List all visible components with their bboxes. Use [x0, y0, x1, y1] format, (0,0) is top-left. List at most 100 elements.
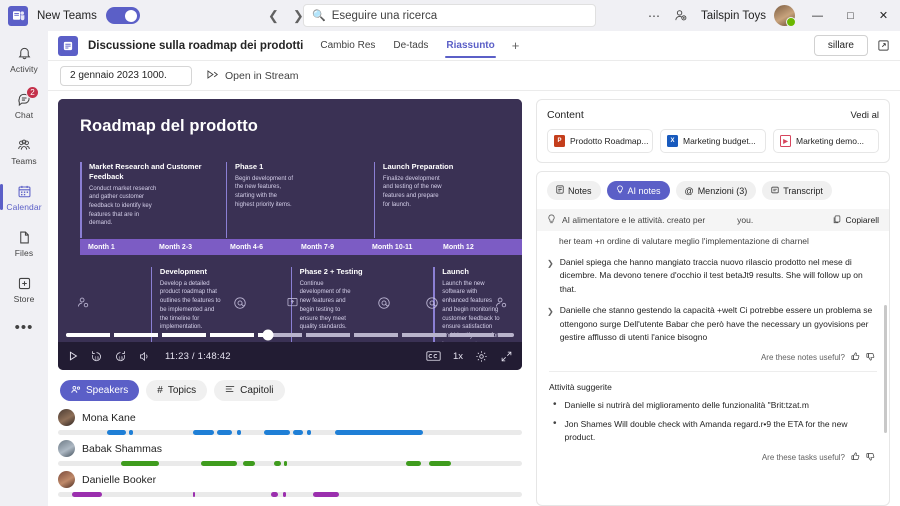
- open-in-new-window-icon[interactable]: [874, 37, 892, 55]
- list-item[interactable]: • Jon Shames Will double check with Aman…: [537, 413, 889, 445]
- avatar[interactable]: [774, 5, 796, 27]
- copy-all-button[interactable]: Copiarell: [833, 215, 879, 226]
- close-button[interactable]: ✕: [867, 0, 900, 31]
- video-timestamp: 11:23 / 1:48:42: [165, 350, 231, 362]
- speaker-header: Babak Shammas: [58, 440, 522, 457]
- slide-title: Roadmap del prodotto: [80, 117, 258, 135]
- search-input[interactable]: 🔍 Eseguire una ricerca: [303, 4, 596, 27]
- content-chip-powerpoint[interactable]: P Prodotto Roadmap...: [547, 129, 653, 153]
- month-label: Month 1: [88, 243, 115, 251]
- sidebar-item-calendar[interactable]: Calendar: [0, 175, 46, 219]
- sidebar-item-files[interactable]: Files: [2, 221, 46, 265]
- speaker-activity-segment: [292, 430, 304, 435]
- pill-transcript-label: Transcript: [783, 185, 823, 196]
- speaker-activity-segment: [284, 461, 288, 466]
- tab-topics[interactable]: # Topics: [146, 380, 208, 401]
- note-item[interactable]: ❯ Danielle che stanno gestendo la capaci…: [537, 297, 889, 345]
- participants-icon: [494, 296, 508, 315]
- note-item[interactable]: ❯ Daniel spiega che hanno mangiato tracc…: [537, 249, 889, 297]
- tab-riassunto[interactable]: Riassunto: [445, 34, 497, 58]
- progress-handle[interactable]: [262, 329, 274, 341]
- speaker-activity-segment: [335, 430, 424, 435]
- thumbs-down-icon[interactable]: [866, 452, 875, 463]
- bullet-icon: •: [553, 417, 557, 429]
- more-options-icon[interactable]: ⋯: [641, 0, 667, 31]
- video-player[interactable]: Roadmap del prodotto Market Research and…: [58, 99, 522, 370]
- fullscreen-icon[interactable]: [500, 350, 513, 363]
- scrollbar[interactable]: [884, 305, 887, 433]
- search-icon: 🔍: [312, 10, 326, 22]
- sidebar-item-activity[interactable]: Activity: [2, 37, 46, 81]
- meeting-date-field[interactable]: 2 gennaio 2023 1000.: [60, 65, 192, 86]
- pill-transcript[interactable]: Transcript: [762, 181, 832, 200]
- new-teams-toggle[interactable]: [105, 7, 140, 24]
- sidebar-label-activity: Activity: [10, 63, 38, 74]
- open-in-stream-link[interactable]: Open in Stream: [206, 69, 299, 83]
- thumbs-up-icon[interactable]: [851, 452, 860, 463]
- content-chip-label: Prodotto Roadmap...: [570, 136, 649, 146]
- forward-10-icon[interactable]: 10: [114, 350, 127, 363]
- segment-tabs: Speakers # Topics Capitoli: [60, 380, 522, 401]
- meeting-notes-icon: [58, 35, 78, 56]
- list-item[interactable]: • Danielle si nutrirà del miglioramento …: [537, 394, 889, 413]
- speaker-activity-segment: [242, 461, 255, 466]
- progress-track[interactable]: [66, 329, 514, 341]
- person-add-icon[interactable]: [667, 0, 693, 31]
- hash-icon: #: [157, 385, 163, 396]
- stream-icon: [206, 69, 219, 83]
- pill-notes[interactable]: Notes: [547, 181, 601, 200]
- speaker-track[interactable]: [58, 430, 522, 435]
- at-mention-icon: [425, 296, 439, 315]
- chevron-right-icon[interactable]: ❯: [547, 256, 554, 297]
- speaker-track[interactable]: [58, 492, 522, 497]
- speaker-track[interactable]: [58, 461, 522, 466]
- speaker-activity-segment: [192, 430, 214, 435]
- task-text: Danielle si nutrirà del miglioramento de…: [564, 400, 809, 411]
- gear-icon[interactable]: [475, 350, 488, 363]
- tab-dettagli[interactable]: De-tads: [392, 34, 429, 57]
- speaker-activity-segment: [71, 492, 103, 497]
- sidebar-item-teams[interactable]: Teams: [2, 129, 46, 173]
- content-card-title: Content: [547, 109, 584, 121]
- meeting-header-actions: sillare: [813, 35, 892, 56]
- speaker-activity-segment: [192, 492, 196, 497]
- page-title: Discussione sulla roadmap dei prodotti: [88, 39, 304, 52]
- pill-menzioni[interactable]: @ Menzioni (3): [675, 181, 757, 200]
- sidebar-label-files: Files: [14, 247, 34, 258]
- ai-banner-text: AI alimentatore e le attività. creato pe…: [562, 215, 706, 225]
- month-label: Month 7-9: [301, 243, 335, 251]
- playback-speed-button[interactable]: 1x: [453, 351, 463, 362]
- play-icon[interactable]: [67, 350, 79, 362]
- sidebar-more-apps-icon[interactable]: •••: [15, 319, 34, 336]
- phase-card: Phase 1 Begin development of the new fea…: [225, 162, 374, 238]
- tab-cambio-res[interactable]: Cambio Res: [319, 34, 376, 57]
- closed-captions-icon[interactable]: [426, 350, 441, 362]
- thumbs-up-icon[interactable]: [851, 352, 860, 363]
- notes-scroll-area[interactable]: AI alimentatore e le attività. creato pe…: [537, 209, 889, 505]
- video-progress-bar[interactable]: [58, 328, 522, 342]
- thumbs-down-icon[interactable]: [866, 352, 875, 363]
- see-all-link[interactable]: Vedi al: [850, 110, 879, 121]
- speaker-header: Danielle Booker: [58, 471, 522, 488]
- video-slide: Roadmap del prodotto Market Research and…: [58, 99, 522, 360]
- phase-body: Continue development of the new features…: [299, 280, 351, 331]
- minimize-button[interactable]: —: [801, 0, 834, 31]
- rewind-10-icon[interactable]: 10: [90, 350, 103, 363]
- pill-ai-notes[interactable]: AI notes: [606, 181, 670, 200]
- maximize-button[interactable]: □: [834, 0, 867, 31]
- month-label: Month 4-6: [230, 243, 264, 251]
- video-icon: ▶: [780, 135, 791, 147]
- sidebar-item-chat[interactable]: 2 Chat: [2, 83, 46, 127]
- plus-icon[interactable]: +: [512, 39, 520, 52]
- content-chip-excel[interactable]: X Marketing budget...: [660, 129, 766, 153]
- content-chip-video[interactable]: ▶ Marketing demo...: [773, 129, 879, 153]
- volume-icon[interactable]: [138, 350, 151, 363]
- pill-menzioni-label: Menzioni (3): [697, 185, 748, 196]
- tab-capitoli[interactable]: Capitoli: [214, 380, 285, 401]
- share-button[interactable]: sillare: [813, 35, 868, 56]
- sidebar-item-store[interactable]: Store: [2, 267, 46, 311]
- chevron-right-icon[interactable]: ❯: [547, 304, 554, 345]
- tab-speakers[interactable]: Speakers: [60, 380, 140, 401]
- nav-back-button[interactable]: ❮: [268, 9, 279, 22]
- note-text: Danielle che stanno gestendo la capacità…: [559, 304, 873, 343]
